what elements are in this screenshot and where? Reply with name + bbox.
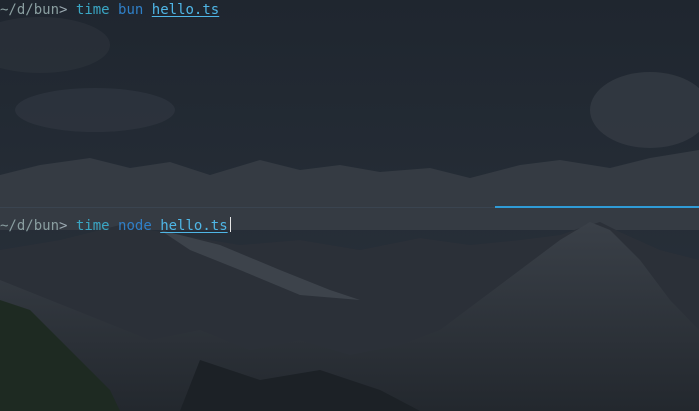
- prompt-cwd: ~/d/bun: [0, 218, 60, 234]
- command-argument: node: [118, 218, 152, 234]
- prompt-symbol: >: [59, 2, 68, 18]
- prompt-line-top: ~/d/bun> time bun hello.ts: [0, 1, 219, 19]
- terminal-pane-top[interactable]: ~/d/bun> time bun hello.ts: [0, 0, 699, 207]
- command-name: time: [75, 218, 110, 234]
- prompt-cwd: ~/d/bun: [0, 2, 60, 18]
- command-name: time: [75, 2, 110, 18]
- command-argument: bun: [118, 2, 144, 18]
- file-link[interactable]: hello.ts: [160, 218, 227, 234]
- file-link[interactable]: hello.ts: [152, 2, 219, 18]
- prompt-symbol: >: [59, 218, 68, 234]
- text-cursor: [229, 217, 231, 232]
- prompt-line-bottom: ~/d/bun> time node hello.ts: [0, 217, 231, 235]
- terminal-pane-bottom[interactable]: ~/d/bun> time node hello.ts: [0, 208, 699, 411]
